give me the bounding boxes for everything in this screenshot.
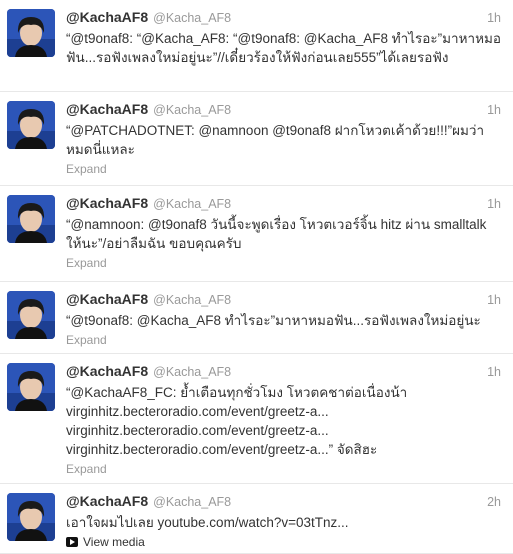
avatar[interactable]: [7, 363, 55, 411]
tweet-item[interactable]: @KachaAF8 @Kacha_AF8 1h “@namnoon: @t9on…: [0, 186, 513, 282]
tweet-item[interactable]: @KachaAF8 @Kacha_AF8 1h “@t9onaf8: @Kach…: [0, 282, 513, 354]
avatar[interactable]: [7, 101, 55, 149]
tweet-fullname[interactable]: @KachaAF8: [66, 363, 148, 379]
view-media-label[interactable]: View media: [83, 535, 145, 549]
avatar[interactable]: [7, 9, 55, 57]
expand-link[interactable]: Expand: [66, 256, 501, 270]
expand-link[interactable]: Expand: [66, 162, 501, 176]
tweet-text: “@PATCHADOTNET: @namnoon @t9onaf8 ฝากโหว…: [66, 123, 485, 157]
tweet-text: เอาใจผมไปเลย youtube.com/watch?v=03tTnz.…: [66, 515, 349, 530]
tweet-fullname[interactable]: @KachaAF8: [66, 101, 148, 117]
tweet-fullname[interactable]: @KachaAF8: [66, 493, 148, 509]
tweet-fullname[interactable]: @KachaAF8: [66, 291, 148, 307]
view-media-link[interactable]: View media: [66, 535, 501, 549]
expand-link[interactable]: Expand: [66, 333, 501, 347]
tweet-timestamp[interactable]: 1h: [487, 103, 501, 117]
tweet-item[interactable]: @KachaAF8 @Kacha_AF8 1h “@KachaAF8_FC: ย…: [0, 354, 513, 484]
avatar[interactable]: [7, 195, 55, 243]
tweet-text: “@namnoon: @t9onaf8 วันนี้จะพูดเรื่อง โห…: [66, 217, 491, 251]
tweet-timestamp[interactable]: 1h: [487, 365, 501, 379]
avatar[interactable]: [7, 493, 55, 541]
tweet-username[interactable]: @Kacha_AF8: [153, 197, 231, 211]
tweet-fullname[interactable]: @KachaAF8: [66, 195, 148, 211]
tweet-timestamp[interactable]: 2h: [487, 495, 501, 509]
tweet-timeline: @KachaAF8 @Kacha_AF8 1h “@t9onaf8: “@Kac…: [0, 0, 513, 554]
tweet-timestamp[interactable]: 1h: [487, 197, 501, 211]
tweet-item[interactable]: @KachaAF8 @Kacha_AF8 2h เอาใจผมไปเลย you…: [0, 484, 513, 554]
expand-link[interactable]: Expand: [66, 462, 501, 476]
tweet-item[interactable]: @KachaAF8 @Kacha_AF8 1h “@t9onaf8: “@Kac…: [0, 0, 513, 92]
tweet-username[interactable]: @Kacha_AF8: [153, 365, 231, 379]
tweet-fullname[interactable]: @KachaAF8: [66, 9, 148, 25]
tweet-text: “@t9onaf8: @Kacha_AF8 ทำไรอะ”มาหาหมอฟัน.…: [66, 313, 481, 328]
tweet-item[interactable]: @KachaAF8 @Kacha_AF8 1h “@PATCHADOTNET: …: [0, 92, 513, 186]
tweet-timestamp[interactable]: 1h: [487, 293, 501, 307]
tweet-text: “@t9onaf8: “@Kacha_AF8: “@t9onaf8: @Kach…: [66, 31, 501, 65]
tweet-timestamp[interactable]: 1h: [487, 11, 501, 25]
tweet-username[interactable]: @Kacha_AF8: [153, 103, 231, 117]
tweet-username[interactable]: @Kacha_AF8: [153, 11, 231, 25]
avatar[interactable]: [7, 291, 55, 339]
tweet-text: “@KachaAF8_FC: ย้ำเตือนทุกชั่วโมง โหวตคช…: [66, 385, 412, 457]
tweet-username[interactable]: @Kacha_AF8: [153, 293, 231, 307]
play-video-icon: [66, 537, 78, 547]
tweet-username[interactable]: @Kacha_AF8: [153, 495, 231, 509]
